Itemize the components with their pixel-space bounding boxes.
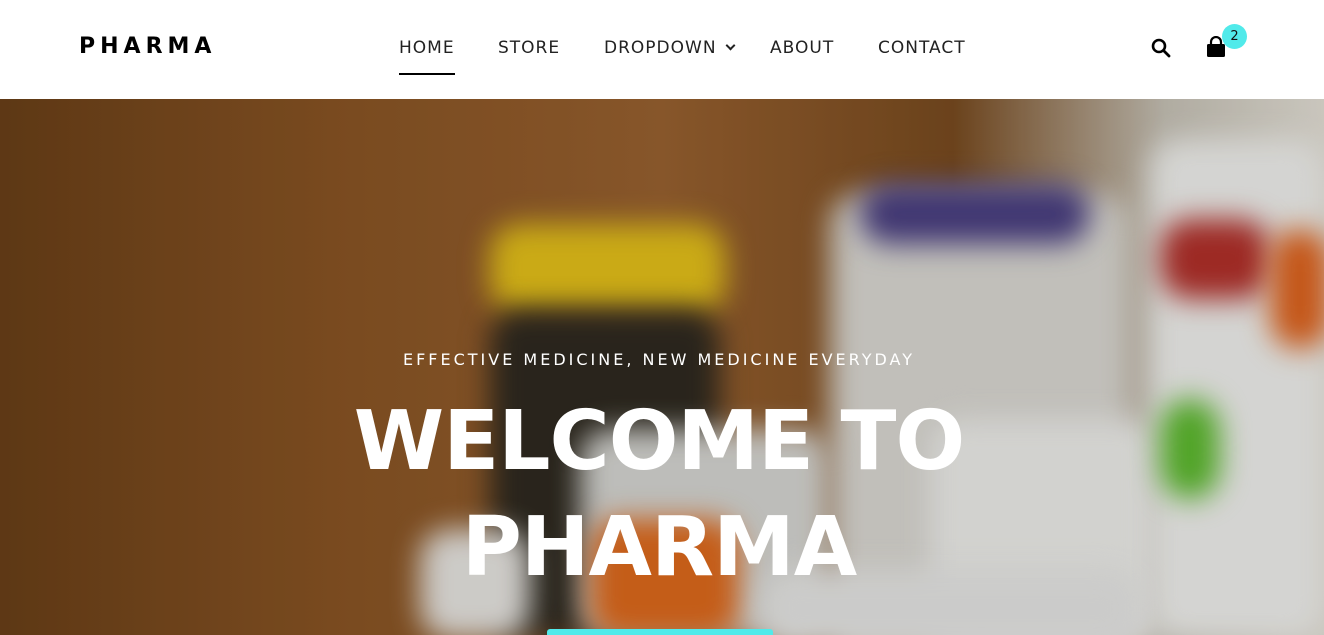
nav-store-link[interactable]: STORE — [498, 38, 560, 58]
hero-title-line1: WELCOME TO — [353, 394, 965, 489]
hero-cta-button[interactable] — [547, 629, 773, 635]
hero-title-line2: PHARMA — [461, 500, 857, 595]
hero-subtitle: EFFECTIVE MEDICINE, NEW MEDICINE EVERYDA… — [402, 350, 916, 369]
cart-count-badge: 2 — [1222, 24, 1247, 49]
hero-banner: EFFECTIVE MEDICINE, NEW MEDICINE EVERYDA… — [0, 99, 1324, 635]
search-icon[interactable] — [1151, 38, 1171, 58]
nav-about-link[interactable]: ABOUT — [770, 38, 834, 58]
chevron-down-icon — [725, 40, 735, 51]
nav-dropdown-label: DROPDOWN — [604, 38, 717, 58]
brand-logo[interactable]: PHARMA — [79, 34, 216, 59]
nav-home-link[interactable]: HOME — [399, 38, 455, 75]
nav-dropdown-link[interactable]: DROPDOWN — [604, 38, 735, 58]
hero-title: WELCOME TO PHARMA — [0, 389, 1318, 601]
nav-contact-link[interactable]: CONTACT — [878, 38, 966, 58]
top-navbar: PHARMA HOME STORE DROPDOWN ABOUT CONTACT… — [0, 0, 1324, 99]
